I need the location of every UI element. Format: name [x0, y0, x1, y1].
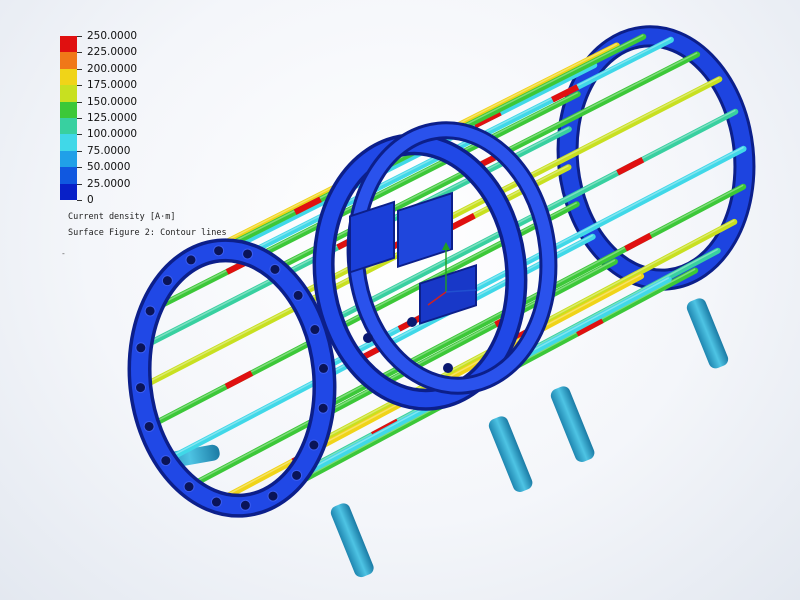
color-legend: 250.0000 225.0000 200.0000 175.0000 150.0000…: [60, 30, 220, 216]
legend-tick-label: 225.0000: [87, 46, 138, 59]
legend-tick: [77, 150, 82, 152]
ring-bolt: [213, 245, 225, 257]
legend-tick-label: 150.0000: [87, 95, 138, 108]
ring-bolt: [143, 420, 155, 432]
legend-tick-label: 200.0000: [87, 62, 138, 75]
legend-tick-label: 50.0000: [87, 161, 131, 174]
support-leg: [686, 298, 729, 369]
legend-swatch: [60, 150, 77, 168]
legend-tick: [77, 52, 82, 54]
ring-bolt: [144, 305, 156, 317]
ring-bolt: [210, 496, 222, 508]
ring-bolt: [135, 382, 147, 394]
stray-mark: -: [61, 249, 66, 258]
legend-tick: [77, 36, 82, 37]
ring-bolt: [308, 439, 320, 451]
legend-tick: [77, 183, 82, 185]
legend-tick-label: 25.0000: [87, 177, 131, 190]
ring-bolt: [242, 248, 254, 260]
ring-bolt: [317, 402, 329, 414]
ring-bolt: [269, 263, 281, 275]
legend-swatch: [60, 85, 77, 103]
support-legs: [160, 298, 729, 578]
ring-bolt: [292, 289, 304, 301]
rod-hotspot: [224, 370, 254, 390]
legend-tick: [77, 85, 82, 87]
legend-swatch: [60, 134, 77, 152]
ring-bolt: [135, 342, 147, 354]
legend-swatch: [60, 52, 77, 70]
legend-tick: [77, 118, 82, 119]
legend-tick-label: 250.0000: [87, 30, 138, 42]
legend-quantity-label: Current density [A⋅m]: [68, 212, 176, 222]
legend-swatch: [60, 101, 77, 119]
legend-tick-label: 100.0000: [87, 128, 138, 141]
support-leg: [550, 386, 595, 462]
legend-swatch: [60, 183, 77, 201]
support-leg: [488, 416, 533, 492]
legend-figure-label: Surface Figure 2: Contour lines: [68, 228, 227, 238]
ring-bolt: [161, 275, 173, 287]
legend-tick: [77, 200, 82, 201]
ring-bolt: [291, 469, 303, 481]
legend-swatch: [60, 68, 77, 86]
legend-tick-label: 175.0000: [87, 79, 138, 92]
legend-swatch: [60, 118, 77, 135]
rod-hotspot: [616, 157, 645, 176]
ring-bolt: [160, 455, 172, 467]
ring-bolt: [309, 324, 321, 336]
legend-swatch: [60, 167, 77, 185]
legend-swatch: [60, 36, 77, 53]
legend-tick-label: 125.0000: [87, 112, 138, 124]
legend-tick-label: 0: [87, 194, 94, 206]
ring-bolt: [317, 362, 329, 374]
ring-bolt: [183, 481, 195, 493]
support-leg: [330, 503, 374, 578]
legend-tick: [77, 134, 82, 136]
ring-bolt: [239, 499, 251, 511]
legend-tick-label: 75.0000: [87, 144, 131, 157]
rod-hotspot: [624, 232, 653, 252]
legend-tick: [77, 68, 82, 70]
ring-bolt: [267, 490, 279, 502]
legend-tick: [77, 101, 82, 103]
ring-bolt: [185, 254, 197, 266]
legend-tick: [77, 167, 82, 169]
